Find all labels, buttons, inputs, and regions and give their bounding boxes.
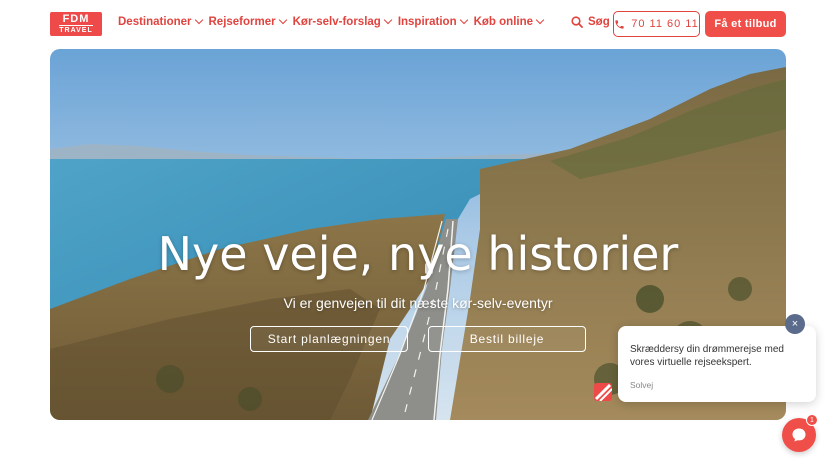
search-icon (571, 16, 583, 28)
chevron-down-icon (383, 15, 393, 25)
main-nav: Destinationer Rejseformer Kør-selv-forsl… (118, 15, 550, 28)
nav-item-kor-selv-forslag[interactable]: Kør-selv-forslag (292, 15, 393, 28)
chevron-down-icon (459, 15, 468, 25)
logo-text-fdm: FDM (62, 13, 90, 25)
hero-subtitle: Vi er genvejen til dit næste kør-selv-ev… (283, 295, 553, 311)
nav-label: Inspiration (397, 16, 457, 28)
nav-label: Køb online (473, 16, 534, 28)
nav-item-kob-online[interactable]: Køb online (473, 15, 545, 28)
chevron-down-icon (194, 15, 203, 25)
nav-item-rejseformer[interactable]: Rejseformer (208, 15, 287, 28)
unread-badge: 1 (806, 414, 818, 426)
phone-number: 70 11 60 11 (631, 18, 699, 30)
nav-item-destinationer[interactable]: Destinationer (118, 15, 203, 28)
phone-button[interactable]: 70 11 60 11 (613, 11, 700, 37)
search-button[interactable]: Søg (571, 16, 610, 28)
nav-label: Kør-selv-forslag (292, 16, 381, 28)
fdm-travel-logo[interactable]: FDM TRAVEL (50, 12, 102, 36)
logo-text-travel: TRAVEL (59, 25, 93, 34)
chat-assistant-avatar (594, 383, 612, 401)
chat-assistant-name: Solvej (630, 380, 654, 390)
nav-label: Destinationer (118, 16, 192, 28)
chevron-down-icon (278, 15, 287, 25)
phone-icon (615, 19, 624, 29)
chat-prompt-bubble[interactable]: Skræddersy din drømmerejse med vores vir… (618, 326, 816, 402)
start-planning-button[interactable]: Start planlægningen (250, 326, 408, 352)
close-icon[interactable]: × (785, 314, 805, 334)
book-car-rental-button[interactable]: Bestil billeje (428, 326, 586, 352)
search-label: Søg (588, 16, 610, 28)
chat-icon (792, 428, 806, 442)
get-offer-button[interactable]: Få et tilbud (705, 11, 786, 37)
hero-title: Nye veje, nye historier (157, 227, 679, 281)
nav-label: Rejseformer (208, 16, 276, 28)
nav-item-inspiration[interactable]: Inspiration (397, 15, 468, 28)
chevron-down-icon (535, 15, 545, 25)
fdm-mark-icon (594, 383, 612, 401)
chat-message: Skræddersy din drømmerejse med vores vir… (630, 344, 784, 368)
site-header: FDM TRAVEL Destinationer Rejseformer Kør… (0, 0, 835, 48)
